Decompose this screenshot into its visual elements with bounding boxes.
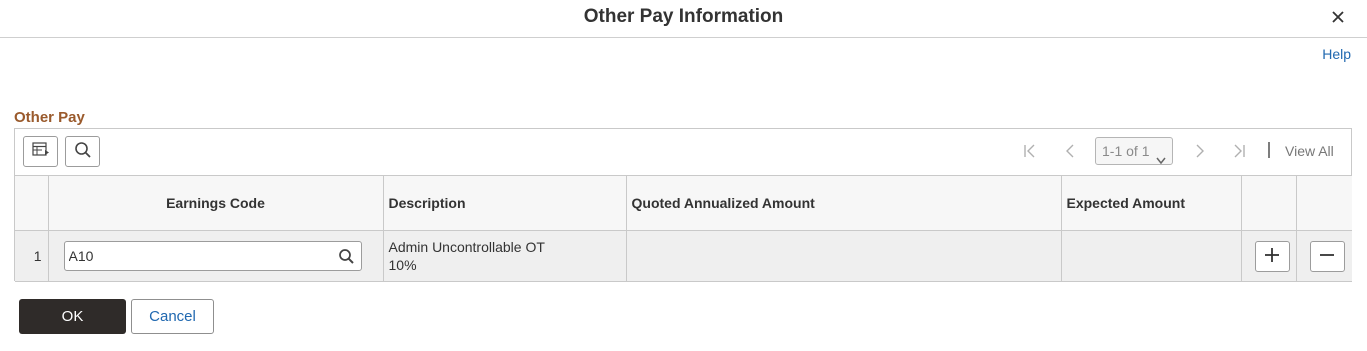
dialog-title: Other Pay Information (583, 6, 784, 27)
column-header-add (1240, 175, 1296, 231)
help-link[interactable]: Help (1322, 46, 1351, 62)
grid-toolbar: 1-1 of 1 View All (15, 129, 1351, 175)
chevron-down-icon (1156, 147, 1166, 173)
next-page-icon[interactable] (1190, 141, 1208, 161)
personalize-grid-button[interactable] (23, 136, 58, 167)
column-header-description: Description (382, 175, 626, 231)
earnings-code-cell (47, 230, 383, 282)
search-icon (74, 141, 92, 162)
page-range-label: 1-1 of 1 (1102, 143, 1150, 159)
table-row: 1 Admin Uncontrollable OT (15, 230, 1352, 282)
quoted-annualized-amount-cell (625, 230, 1061, 282)
close-icon[interactable] (1327, 6, 1349, 28)
page-range-select[interactable]: 1-1 of 1 (1095, 137, 1173, 165)
plus-icon (1263, 246, 1281, 267)
lookup-icon[interactable] (338, 248, 355, 265)
ok-button[interactable]: OK (19, 299, 126, 334)
column-header-delete (1295, 175, 1352, 231)
table-header-row: Earnings Code Description Quoted Annuali… (15, 175, 1352, 231)
dialog-header: Other Pay Information (0, 0, 1367, 38)
description-percent: 10% (388, 257, 417, 273)
other-pay-grid: 1-1 of 1 View All Earnings Code Descript… (14, 128, 1352, 282)
column-header-expected-amount: Expected Amount (1060, 175, 1241, 231)
toolbar-divider (1268, 142, 1270, 158)
add-row-cell (1240, 230, 1296, 282)
add-row-button[interactable] (1254, 240, 1290, 272)
cancel-button[interactable]: Cancel (131, 299, 214, 334)
minus-icon (1318, 246, 1336, 267)
column-header-earnings-code: Earnings Code (47, 175, 383, 231)
description-text: Admin Uncontrollable OT (388, 239, 545, 255)
row-number: 1 (15, 230, 48, 282)
column-header-quoted-annualized-amount: Quoted Annualized Amount (625, 175, 1061, 231)
view-all-link[interactable]: View All (1285, 143, 1334, 159)
first-page-icon[interactable] (1021, 141, 1039, 161)
find-in-grid-button[interactable] (65, 136, 100, 167)
grid-personalize-icon (31, 142, 50, 161)
earnings-code-field (63, 241, 362, 271)
section-title-other-pay: Other Pay (14, 109, 85, 126)
delete-row-cell (1295, 230, 1352, 282)
previous-page-icon[interactable] (1062, 141, 1080, 161)
last-page-icon[interactable] (1230, 141, 1248, 161)
description-cell: Admin Uncontrollable OT 10% (382, 230, 626, 282)
delete-row-button[interactable] (1309, 240, 1345, 272)
expected-amount-cell (1060, 230, 1241, 282)
other-pay-table: Earnings Code Description Quoted Annuali… (15, 175, 1352, 282)
column-header-row-number (15, 175, 48, 231)
earnings-code-input[interactable] (64, 242, 331, 270)
